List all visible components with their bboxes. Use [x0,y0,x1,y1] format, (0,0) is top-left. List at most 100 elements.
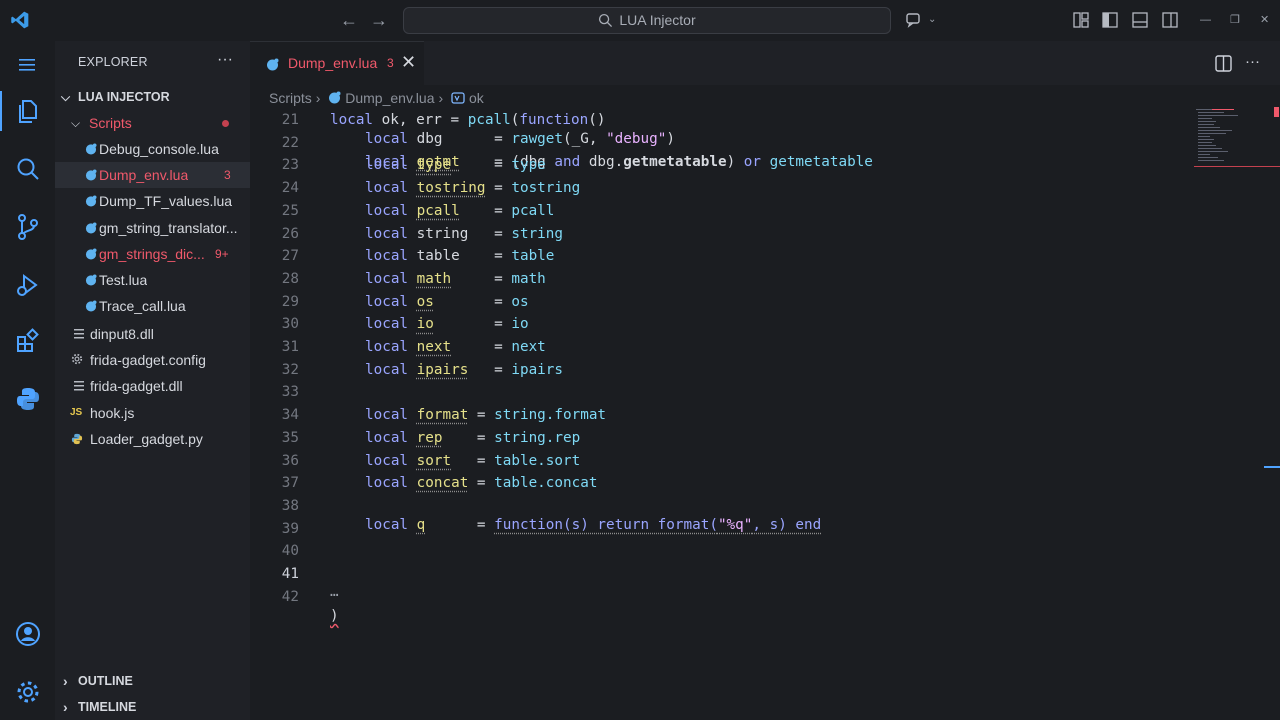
outline-section[interactable]: › OUTLINE [55,668,250,694]
settings-gear-icon[interactable] [0,668,55,716]
file-label: frida-gadget.dll [90,378,183,395]
code-line: local os = os [365,293,529,310]
line-number: 26 [281,225,299,242]
more-actions-icon[interactable]: ··· [217,51,233,69]
lua-file-icon [85,248,97,260]
chevron-down-icon: ⌵ [71,116,81,130]
file-label: hook.js [90,404,135,421]
list-file-icon [74,381,84,391]
file-row[interactable]: JS hook.js [55,400,250,426]
breadcrumb-item[interactable]: ok [469,90,484,106]
file-row[interactable]: Loader_gadget.py [55,426,250,452]
python-icon[interactable] [0,375,55,423]
copilot-chat-icon[interactable] [905,11,923,29]
extensions-icon[interactable] [0,317,55,365]
tab-label: Dump_env.lua [288,55,378,71]
file-row[interactable]: Debug_console.lua [55,136,250,162]
tab-dump-env[interactable]: Dump_env.lua 3 ✕ [250,41,424,85]
file-label: gm_string_translator... [99,219,238,236]
arrow-left-icon[interactable]: ← [338,9,360,31]
chevron-right-icon: › [438,90,444,106]
code-line: local io = io [365,316,529,333]
file-row[interactable]: frida-gadget.config [55,347,250,373]
code-line: local concat = table.concat [365,475,598,492]
lua-file-icon [85,222,97,234]
file-label: frida-gadget.config [90,352,206,369]
file-row[interactable]: Dump_TF_values.lua [55,188,250,214]
code-line: local format = string.format [365,407,607,424]
split-editor-icon[interactable] [1215,55,1232,72]
toggle-primary-sidebar-icon[interactable] [1101,11,1119,29]
code-line: local math = math [365,270,546,287]
lua-file-icon [267,58,279,71]
more-actions-icon[interactable]: ··· [1245,53,1260,70]
activity-bar [0,41,55,720]
account-icon[interactable] [0,610,55,658]
line-number: 24 [281,180,299,197]
file-row[interactable]: frida-gadget.dll [55,373,250,399]
root-folder-label: LUA INJECTOR [78,90,170,104]
line-number: 39 [281,520,299,537]
explorer-sidebar: EXPLORER ··· ⌵ LUA INJECTOR ⌵ Scripts De… [55,41,250,720]
search-icon[interactable] [0,145,55,193]
error-dot-icon [222,120,229,127]
close-icon[interactable]: ✕ [401,52,416,73]
arrow-right-icon[interactable]: → [368,9,390,31]
editor-area: Dump_env.lua 3 ✕ ··· Scripts › Dump_env.l… [250,41,1280,720]
line-number: 42 [281,588,299,605]
js-file-icon: JS [70,406,83,418]
lua-file-icon [85,195,97,207]
file-row[interactable]: gm_strings_dic... 9+ [55,241,250,267]
minimap[interactable] [1194,107,1280,167]
line-number: 35 [281,429,299,446]
restore-icon[interactable]: ❐ [1230,10,1240,30]
breadcrumb: Scripts › Dump_env.lua › ok [269,88,488,108]
root-folder-row[interactable]: ⌵ LUA INJECTOR [55,84,250,110]
line-number: 41 [281,566,299,582]
folder-row-scripts[interactable]: ⌵ Scripts [55,110,250,136]
line-number: 38 [281,497,299,514]
close-window-icon[interactable]: ✕ [1260,10,1269,30]
vscode-logo-icon[interactable] [10,10,30,30]
customize-layout-icon[interactable] [1072,11,1090,29]
line-number: 37 [281,475,299,492]
menu-icon[interactable] [0,41,55,89]
line-number: 36 [281,452,299,469]
file-row[interactable]: Dump_env.lua 3 [55,162,250,189]
line-number: 31 [281,339,299,355]
python-file-icon [71,433,83,444]
chevron-down-icon: ⌵ [61,90,71,104]
line-number: 34 [281,407,299,424]
run-debug-icon[interactable] [0,261,55,309]
toggle-secondary-sidebar-icon[interactable] [1161,11,1179,29]
file-label: Trace_call.lua [99,298,186,315]
timeline-section[interactable]: › TIMELINE [55,694,250,720]
breadcrumb-item[interactable]: Dump_env.lua [345,90,434,106]
explorer-icon[interactable] [0,87,55,135]
code-line: local next = next [365,339,546,355]
problem-count-badge: 9+ [215,246,229,261]
toggle-panel-icon[interactable] [1131,11,1149,29]
breadcrumb-item[interactable]: Scripts [269,90,312,106]
minimize-icon[interactable]: — [1200,10,1211,30]
line-number: 40 [281,543,299,560]
file-label: Test.lua [99,272,148,288]
code-line: local string = string [365,225,564,242]
file-row[interactable]: dinput8.dll [55,321,250,347]
line-number: 21 [281,112,299,128]
command-center-search[interactable]: LUA Injector [403,7,891,34]
line-number: 29 [281,293,299,310]
file-label: Dump_TF_values.lua [99,193,233,210]
code-line: local sort = table.sort [365,452,581,469]
line-number: 23 [281,157,299,174]
file-label: Debug_console.lua [99,141,219,157]
folder-label: Scripts [89,115,132,131]
timeline-label: TIMELINE [78,700,137,714]
folded-ellipsis[interactable]: … [330,581,339,604]
file-row[interactable]: Trace_call.lua [55,293,250,319]
file-row[interactable]: Test.lua [55,267,250,293]
chevron-down-icon[interactable]: ⌄ [928,10,936,30]
file-row[interactable]: gm_string_translator... [55,215,250,241]
line-number: 25 [281,202,299,219]
source-control-icon[interactable] [0,203,55,251]
